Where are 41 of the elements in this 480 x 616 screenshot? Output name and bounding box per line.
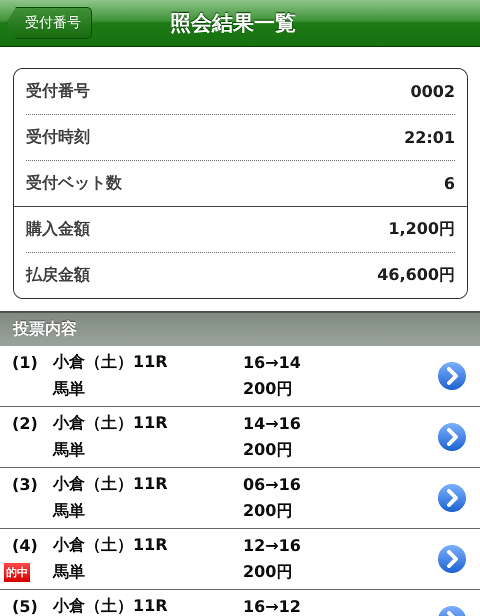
combination: 14→16 — [243, 414, 302, 433]
field-label: 受付ベット数 — [26, 173, 122, 194]
bet-amount: 200円 — [243, 379, 294, 400]
field-value: 6 — [444, 174, 455, 193]
chevron-icon[interactable] — [436, 360, 468, 392]
bet-number: (4) — [12, 536, 39, 555]
field-value: 22:01 — [404, 128, 455, 147]
field-label: 払戻金額 — [26, 265, 90, 286]
combination: 16→14 — [243, 353, 302, 372]
field-label: 受付番号 — [26, 81, 90, 102]
section-header: 投票内容 — [0, 311, 480, 346]
field-value: 0002 — [410, 82, 455, 101]
field-value: 1,200円 — [388, 219, 455, 240]
page-title: 照会結果一覧 — [170, 10, 296, 37]
bet-number: (1) — [12, 353, 39, 372]
bet-type: 馬単 — [53, 562, 86, 583]
combination: 12→16 — [243, 536, 302, 555]
race-name: 小倉（土）11R — [53, 413, 169, 434]
combination: 16→12 — [243, 597, 302, 616]
race-name: 小倉（土）11R — [53, 535, 169, 556]
bet-amount: 200円 — [243, 562, 294, 583]
back-button[interactable]: 受付番号 — [6, 7, 92, 39]
race-name: 小倉（土）11R — [53, 596, 169, 616]
chevron-icon[interactable] — [436, 543, 468, 575]
bet-amount: 200円 — [243, 501, 294, 522]
hit-badge: 的中 — [4, 563, 30, 582]
bet-type: 馬単 — [53, 501, 86, 522]
race-name: 小倉（土）11R — [53, 352, 169, 373]
chevron-icon[interactable] — [436, 421, 468, 453]
combination: 06→16 — [243, 475, 302, 494]
bet-type: 馬単 — [53, 440, 86, 461]
bet-number: (5) — [12, 597, 39, 616]
bet-amount: 200円 — [243, 440, 294, 461]
bet-type: 馬単 — [53, 379, 86, 400]
field-label: 受付時刻 — [26, 127, 90, 148]
chevron-icon[interactable] — [436, 482, 468, 514]
bet-number: (3) — [12, 475, 39, 494]
field-label: 購入金額 — [26, 219, 90, 240]
race-name: 小倉（土）11R — [53, 474, 169, 495]
field-value: 46,600円 — [377, 265, 455, 286]
bet-number: (2) — [12, 414, 39, 433]
